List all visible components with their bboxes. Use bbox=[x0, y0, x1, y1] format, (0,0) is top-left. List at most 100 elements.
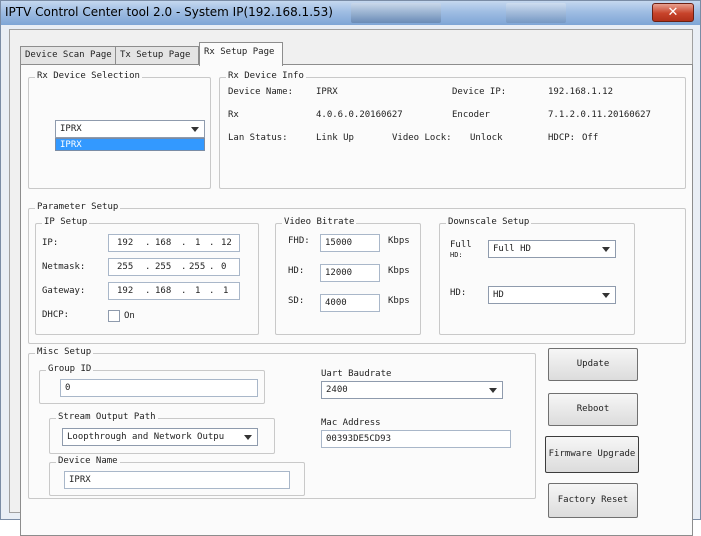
sd-bitrate-label: SD: bbox=[288, 296, 305, 306]
uart-baudrate-label: Uart Baudrate bbox=[321, 369, 392, 379]
video-bitrate-group: Video Bitrate FHD: 15000 Kbps HD: 12000 … bbox=[275, 217, 421, 335]
hd-bitrate-unit: Kbps bbox=[388, 266, 410, 276]
uart-baudrate-select[interactable]: 2400 bbox=[321, 381, 503, 399]
ip-setup-legend: IP Setup bbox=[42, 217, 90, 227]
gateway-octet: 168 bbox=[155, 286, 172, 296]
rx-version-value: 4.0.6.0.20160627 bbox=[316, 110, 403, 120]
downscale-setup-group: Downscale Setup Full HD: Full HD HD: HD bbox=[439, 217, 635, 335]
full-hd-downscale-value: Full HD bbox=[493, 244, 531, 254]
netmask-octet: 255 bbox=[117, 262, 134, 272]
title-bar-reflection bbox=[351, 3, 441, 23]
title-bar-reflection bbox=[506, 3, 566, 23]
window-title: IPTV Control Center tool 2.0 - System IP… bbox=[5, 5, 333, 19]
chevron-down-icon bbox=[602, 293, 610, 298]
ip-dot: . bbox=[145, 238, 151, 248]
lan-status-value: Link Up bbox=[316, 133, 354, 143]
fhd-bitrate-unit: Kbps bbox=[388, 236, 410, 246]
tab-tx-setup[interactable]: Tx Setup Page bbox=[115, 46, 199, 65]
chevron-down-icon bbox=[191, 127, 199, 132]
sd-bitrate-input[interactable]: 4000 bbox=[320, 294, 380, 312]
rx-device-select-value: IPRX bbox=[60, 124, 82, 134]
client-area: Device Scan Page Tx Setup Page Rx Setup … bbox=[9, 29, 693, 536]
ip-dot: . bbox=[209, 286, 215, 296]
device-name-input[interactable]: IPRX bbox=[64, 471, 290, 489]
device-ip-value: 192.168.1.12 bbox=[548, 87, 614, 97]
ip-dot: . bbox=[145, 286, 151, 296]
ip-address-input[interactable]: 192 . 168 . 1 . 12 bbox=[108, 234, 240, 252]
device-name-box: Device Name IPRX bbox=[49, 456, 305, 496]
fhd-bitrate-input[interactable]: 15000 bbox=[320, 234, 380, 252]
dhcp-label: DHCP: bbox=[42, 310, 70, 320]
gateway-input[interactable]: 192 . 168 . 1 . 1 bbox=[108, 282, 240, 300]
reboot-button[interactable]: Reboot bbox=[548, 393, 638, 426]
chevron-down-icon bbox=[602, 247, 610, 252]
ip-setup-group: IP Setup IP: 192 . 168 . 1 . 12 Netmask:… bbox=[35, 217, 259, 335]
rx-device-info-group: Rx Device Info Device Name: IPRX Device … bbox=[219, 71, 686, 189]
rx-device-info-legend: Rx Device Info bbox=[226, 71, 306, 81]
encoder-version-value: 7.1.2.0.11.20160627 bbox=[548, 110, 651, 120]
firmware-upgrade-button[interactable]: Firmware Upgrade bbox=[545, 436, 639, 473]
downscale-setup-legend: Downscale Setup bbox=[446, 217, 532, 227]
stream-output-label: Stream Output Path bbox=[56, 412, 158, 422]
ip-dot: . bbox=[209, 238, 215, 248]
rx-setup-panel: Rx Device Selection IPRX IPRX Rx Device … bbox=[20, 64, 693, 536]
hd-bitrate-label: HD: bbox=[288, 266, 305, 276]
rx-device-select[interactable]: IPRX bbox=[55, 120, 205, 138]
stream-output-box: Stream Output Path Loopthrough and Netwo… bbox=[49, 412, 275, 454]
device-ip-label: Device IP: bbox=[452, 87, 507, 97]
ip-octet: 168 bbox=[155, 238, 172, 248]
lan-status-label: Lan Status: bbox=[228, 133, 288, 143]
misc-setup-legend: Misc Setup bbox=[35, 347, 94, 357]
uart-baudrate-value: 2400 bbox=[326, 385, 348, 395]
dhcp-on-label: On bbox=[124, 311, 135, 321]
ip-dot: . bbox=[181, 238, 187, 248]
stream-output-value: Loopthrough and Network Outpu bbox=[67, 432, 225, 442]
ip-dot: . bbox=[145, 262, 151, 272]
misc-setup-group: Misc Setup Group ID 0 Uart Baudrate 2400… bbox=[28, 347, 536, 499]
hd-bitrate-input[interactable]: 12000 bbox=[320, 264, 380, 282]
gateway-octet: 192 bbox=[117, 286, 134, 296]
group-id-box: Group ID 0 bbox=[39, 364, 265, 404]
chevron-down-icon bbox=[244, 435, 252, 440]
device-name-label: Device Name: bbox=[228, 87, 294, 97]
device-name-value: IPRX bbox=[316, 87, 338, 97]
ip-octet: 1 bbox=[195, 238, 201, 248]
rx-device-dropdown-option[interactable]: IPRX bbox=[55, 138, 205, 151]
ip-dot: . bbox=[209, 262, 215, 272]
gateway-octet: 1 bbox=[195, 286, 201, 296]
ip-octet: 12 bbox=[221, 238, 232, 248]
netmask-octet: 255 bbox=[155, 262, 172, 272]
sd-bitrate-unit: Kbps bbox=[388, 296, 410, 306]
tab-rx-setup[interactable]: Rx Setup Page bbox=[199, 42, 283, 66]
parameter-setup-group: Parameter Setup IP Setup IP: 192 . 168 .… bbox=[28, 202, 686, 344]
mac-address-label: Mac Address bbox=[321, 418, 381, 428]
update-button[interactable]: Update bbox=[548, 348, 638, 381]
full-hd-sublabel: HD: bbox=[450, 251, 463, 259]
full-hd-downscale-select[interactable]: Full HD bbox=[488, 240, 616, 258]
video-lock-label: Video Lock: bbox=[392, 133, 452, 143]
close-button[interactable]: ✕ bbox=[652, 3, 694, 22]
netmask-label: Netmask: bbox=[42, 262, 86, 272]
parameter-setup-legend: Parameter Setup bbox=[35, 202, 121, 212]
rx-device-selection-group: Rx Device Selection IPRX IPRX bbox=[28, 71, 211, 189]
title-bar[interactable]: IPTV Control Center tool 2.0 - System IP… bbox=[1, 1, 700, 25]
netmask-input[interactable]: 255 . 255 . 255 . 0 bbox=[108, 258, 240, 276]
tab-device-scan[interactable]: Device Scan Page bbox=[20, 46, 116, 65]
ip-dot: . bbox=[181, 262, 187, 272]
hdcp-value: Off bbox=[582, 133, 599, 143]
hd-downscale-select[interactable]: HD bbox=[488, 286, 616, 304]
fhd-bitrate-label: FHD: bbox=[288, 236, 310, 246]
ip-label: IP: bbox=[42, 238, 59, 248]
group-id-input[interactable]: 0 bbox=[60, 379, 258, 397]
factory-reset-button[interactable]: Factory Reset bbox=[548, 483, 638, 518]
encoder-label: Encoder bbox=[452, 110, 490, 120]
dhcp-checkbox[interactable] bbox=[108, 310, 120, 322]
full-hd-label: Full bbox=[450, 240, 472, 250]
stream-output-select[interactable]: Loopthrough and Network Outpu bbox=[62, 428, 258, 446]
mac-address-input[interactable]: 00393DE5CD93 bbox=[321, 430, 511, 448]
gateway-octet: 1 bbox=[223, 286, 229, 296]
hdcp-label: HDCP: bbox=[548, 133, 576, 143]
netmask-octet: 0 bbox=[221, 262, 227, 272]
rx-version-label: Rx bbox=[228, 110, 239, 120]
hd-downscale-value: HD bbox=[493, 290, 504, 300]
